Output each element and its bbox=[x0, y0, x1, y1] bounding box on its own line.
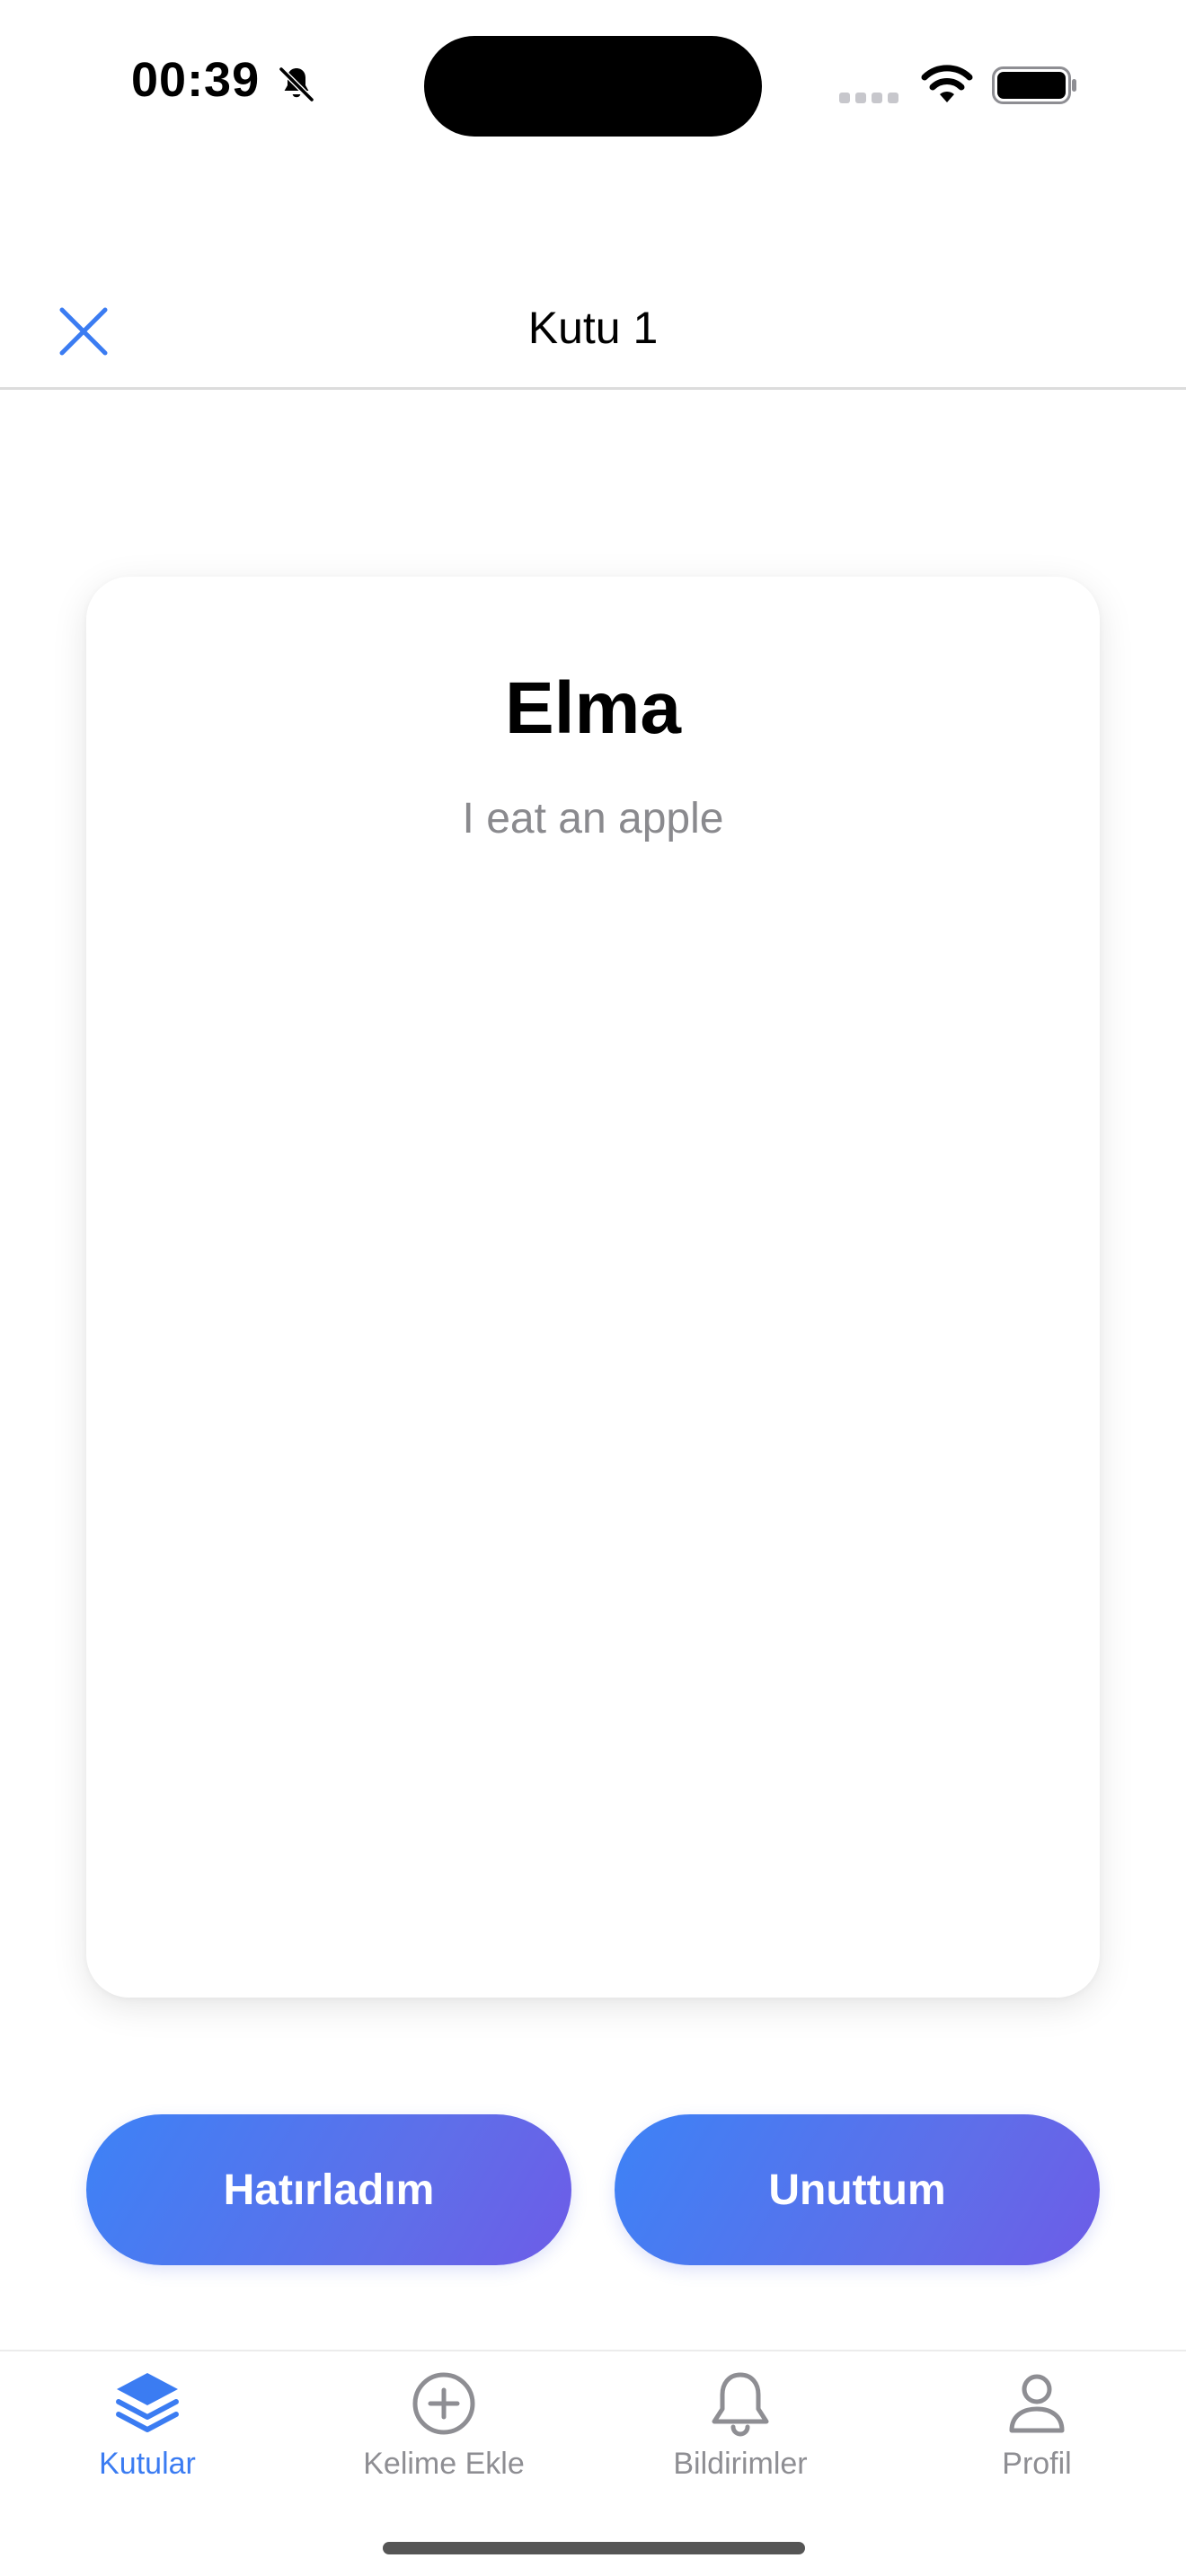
battery-icon bbox=[992, 66, 1076, 104]
tab-label: Bildirimler bbox=[673, 2447, 808, 2481]
tab-kelime-ekle[interactable]: Kelime Ekle bbox=[327, 2368, 561, 2502]
flashcard[interactable]: Elma I eat an apple bbox=[86, 577, 1100, 1998]
stack-icon bbox=[116, 2373, 179, 2432]
tab-label: Kelime Ekle bbox=[363, 2447, 525, 2481]
tab-profil[interactable]: Profil bbox=[920, 2368, 1154, 2502]
remembered-button[interactable]: Hatırladım bbox=[86, 2114, 571, 2265]
flashcard-word: Elma bbox=[505, 667, 681, 749]
wifi-icon bbox=[921, 65, 973, 102]
navigation-bar: Kutu 1 bbox=[0, 269, 1186, 390]
dynamic-island bbox=[424, 36, 762, 137]
plus-circle-icon bbox=[412, 2372, 475, 2435]
screen: 00:39 Kutu 1 Elma I eat an apple Hatırla… bbox=[0, 0, 1186, 2576]
forgot-button[interactable]: Unuttum bbox=[615, 2114, 1100, 2265]
page-title: Kutu 1 bbox=[527, 303, 659, 353]
tab-label: Profil bbox=[1002, 2447, 1072, 2481]
status-time: 00:39 bbox=[131, 53, 261, 107]
tab-bildirimler[interactable]: Bildirimler bbox=[624, 2368, 857, 2502]
tab-kutular[interactable]: Kutular bbox=[31, 2368, 264, 2502]
bell-slash-icon bbox=[279, 66, 314, 102]
bell-icon bbox=[712, 2372, 769, 2437]
flashcard-example: I eat an apple bbox=[462, 795, 724, 842]
person-icon bbox=[1009, 2374, 1065, 2433]
tab-label: Kutular bbox=[99, 2447, 196, 2481]
home-indicator bbox=[383, 2542, 805, 2554]
signal-icon bbox=[839, 93, 898, 103]
